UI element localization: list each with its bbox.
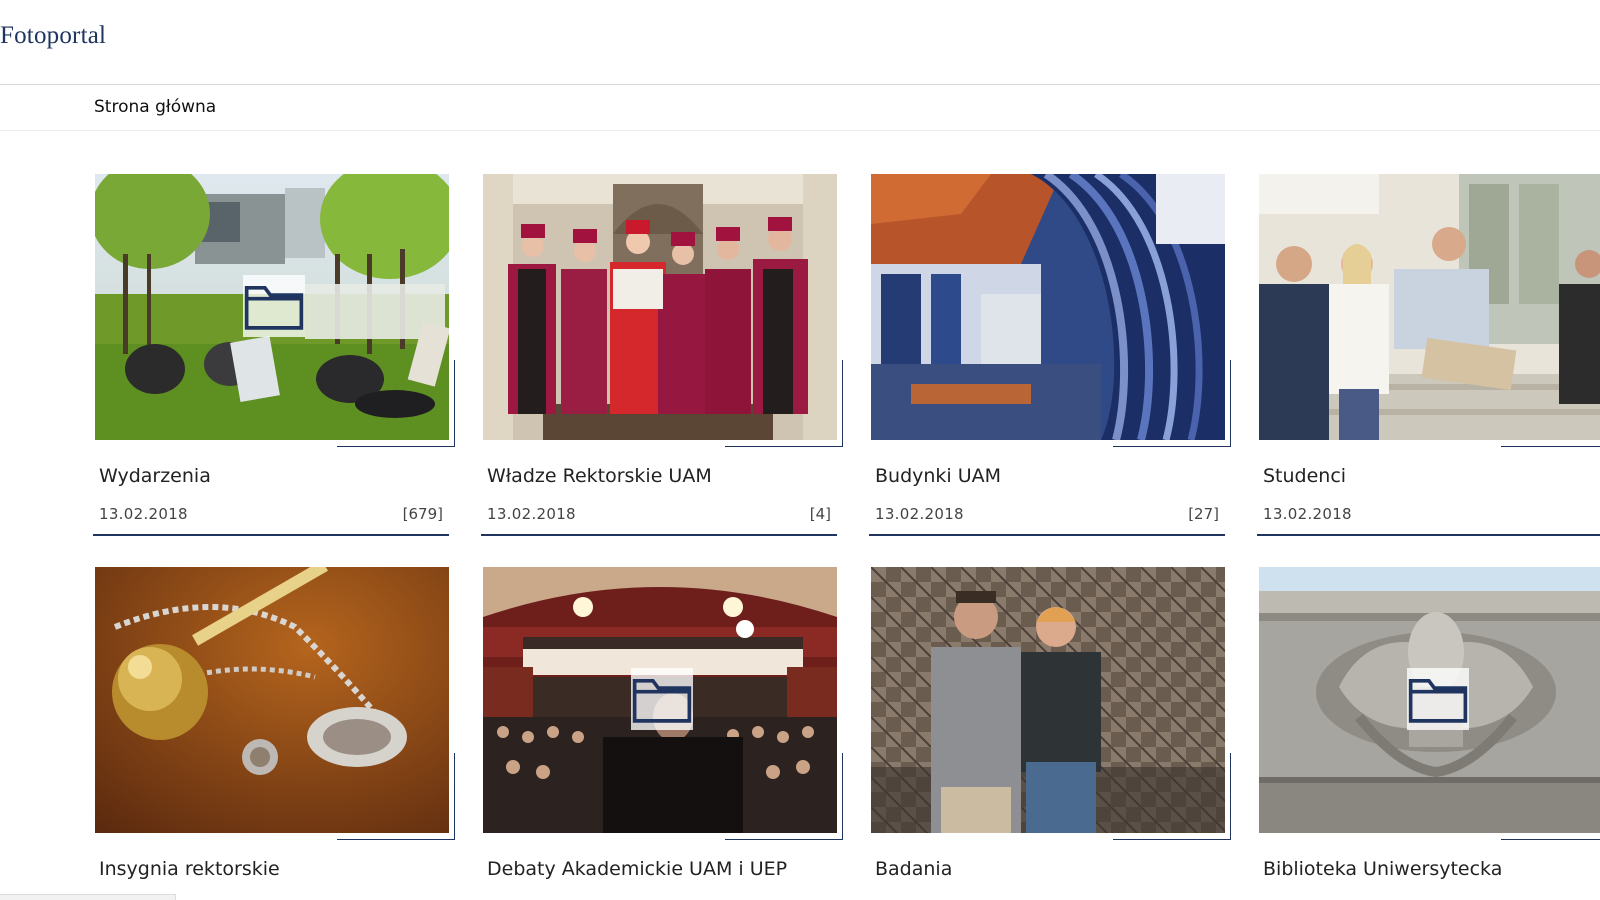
gallery-title[interactable]: Biblioteka Uniwersytecka	[1263, 858, 1502, 880]
tile-corner-accent	[1501, 360, 1600, 447]
gallery-date: 13.02.2018	[1263, 505, 1352, 523]
gallery-title[interactable]: Budynki UAM	[875, 465, 1001, 487]
gallery-title[interactable]: Debaty Akademickie UAM i UEP	[487, 858, 787, 880]
gallery-title[interactable]: Badania	[875, 858, 952, 880]
gallery-date: 13.02.2018	[875, 505, 964, 523]
folder-icon	[1407, 668, 1469, 730]
tile-corner-accent	[337, 360, 455, 447]
gallery-title[interactable]: Studenci	[1263, 465, 1346, 487]
tile-divider	[1257, 534, 1600, 536]
folder-icon	[243, 275, 305, 337]
breadcrumb: Strona główna	[0, 85, 1600, 131]
site-logo[interactable]: Fotoportal	[0, 22, 106, 50]
tile-corner-accent	[1113, 753, 1231, 840]
tile-divider	[93, 534, 449, 536]
gallery-title[interactable]: Władze Rektorskie UAM	[487, 465, 712, 487]
tile-divider	[481, 534, 837, 536]
gallery-date: 13.02.2018	[99, 505, 188, 523]
tile-corner-accent	[725, 753, 843, 840]
tile-divider	[869, 534, 1225, 536]
breadcrumb-home-link[interactable]: Strona główna	[94, 97, 216, 117]
gallery-date: 13.02.2018	[487, 505, 576, 523]
gallery-photo-count: [679]	[402, 505, 443, 523]
gallery-title[interactable]: Insygnia rektorskie	[99, 858, 280, 880]
tile-corner-accent	[1113, 360, 1231, 447]
gallery-photo-count: [27]	[1188, 505, 1219, 523]
gallery-photo-count: [4]	[809, 505, 831, 523]
horizontal-scrollbar[interactable]	[0, 894, 176, 900]
folder-icon	[631, 668, 693, 730]
tile-corner-accent	[725, 360, 843, 447]
tile-corner-accent	[1501, 753, 1600, 840]
gallery-title[interactable]: Wydarzenia	[99, 465, 211, 487]
tile-corner-accent	[337, 753, 455, 840]
